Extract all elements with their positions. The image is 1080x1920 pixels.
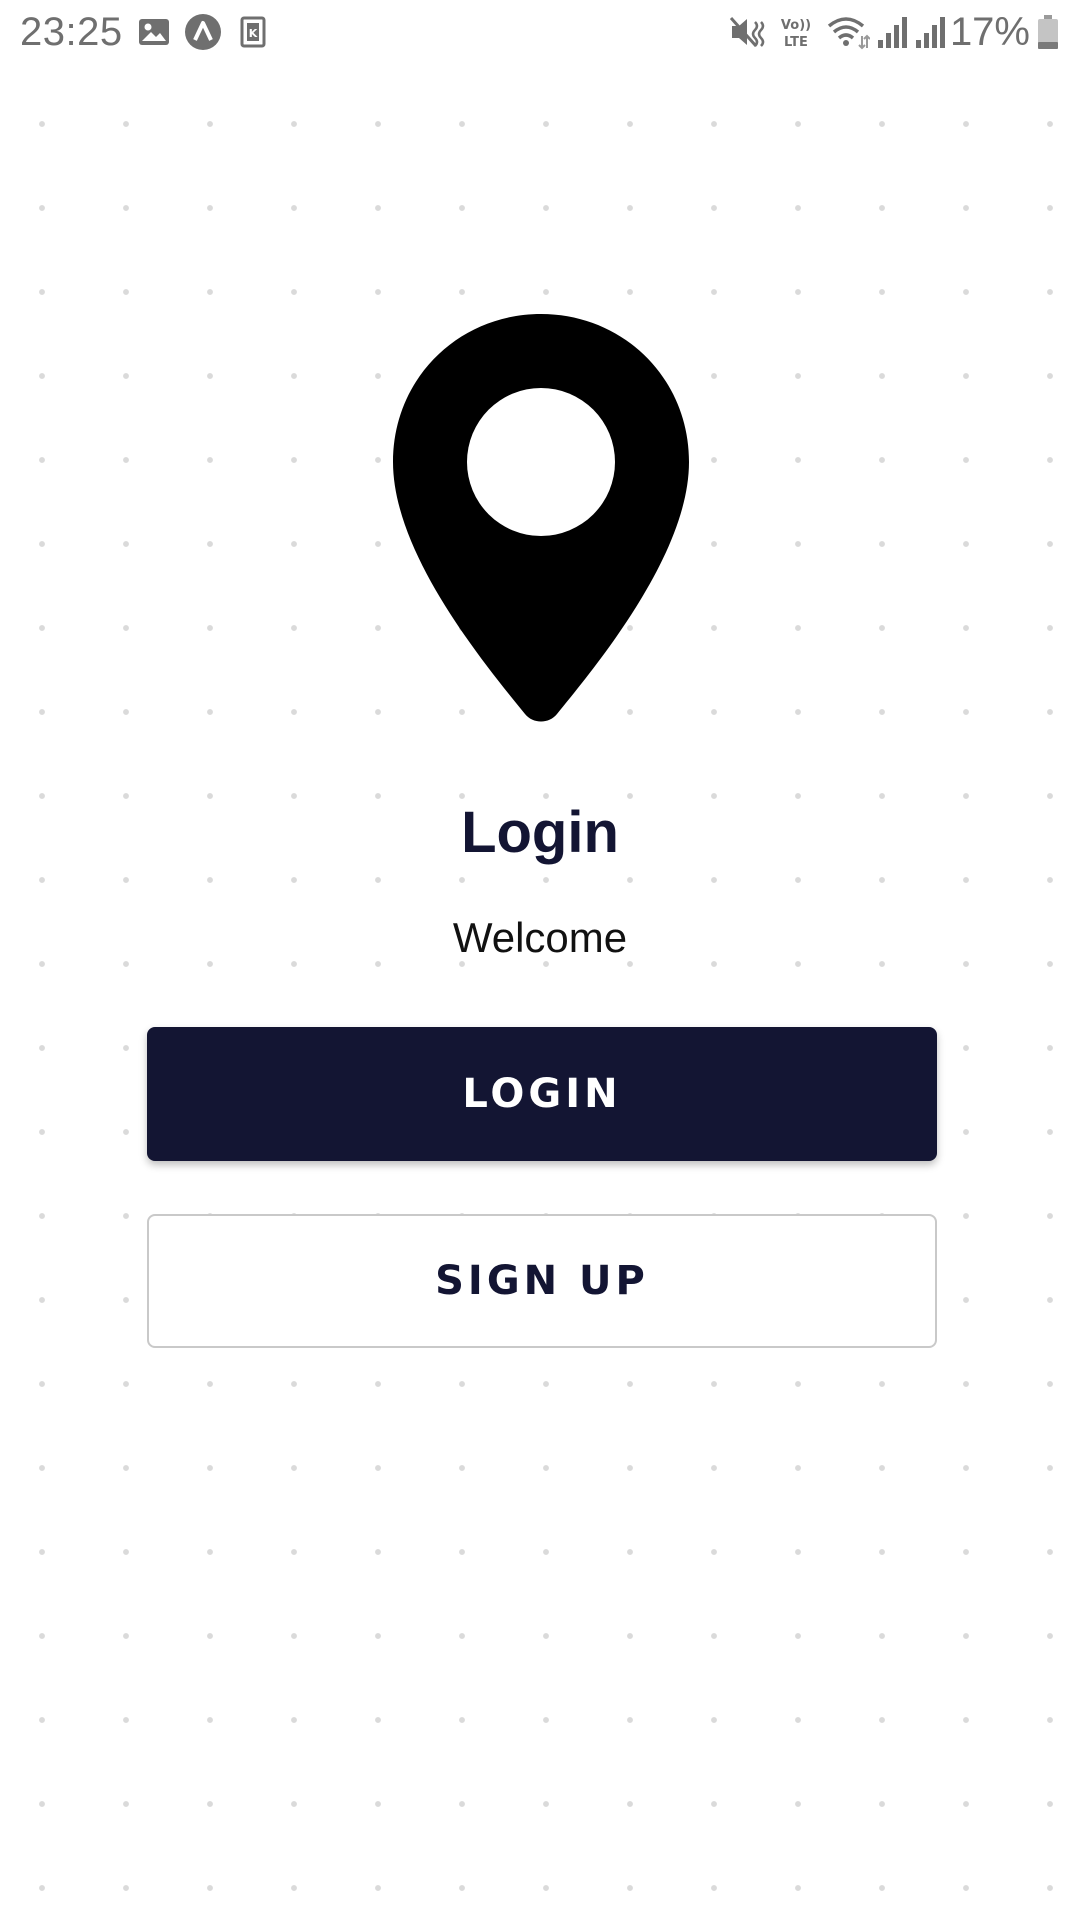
status-time: 23:25	[20, 10, 123, 54]
app-k-icon: K	[240, 16, 266, 48]
signal-icon	[878, 17, 907, 48]
svg-text:Vo)): Vo))	[781, 18, 811, 33]
signup-button[interactable]: SIGN UP	[147, 1214, 937, 1348]
login-button[interactable]: LOGIN	[147, 1027, 937, 1161]
location-pin-icon	[393, 314, 689, 722]
page-title: Login	[461, 800, 619, 865]
battery-percent: 17%	[949, 10, 1030, 54]
mute-icon	[729, 17, 765, 47]
wifi-icon	[827, 17, 870, 50]
signal-icon	[916, 17, 945, 48]
svg-text:K: K	[249, 27, 258, 40]
image-icon	[139, 19, 169, 45]
battery-icon	[1038, 15, 1058, 49]
volte-lte-icon: Vo)) LTE	[781, 18, 811, 50]
status-bar: 23:25 K Vo)) LTE 17%	[0, 0, 1080, 66]
app-a-icon	[185, 14, 221, 50]
welcome-text: Welcome	[452, 914, 628, 961]
svg-text:LTE: LTE	[784, 35, 808, 50]
